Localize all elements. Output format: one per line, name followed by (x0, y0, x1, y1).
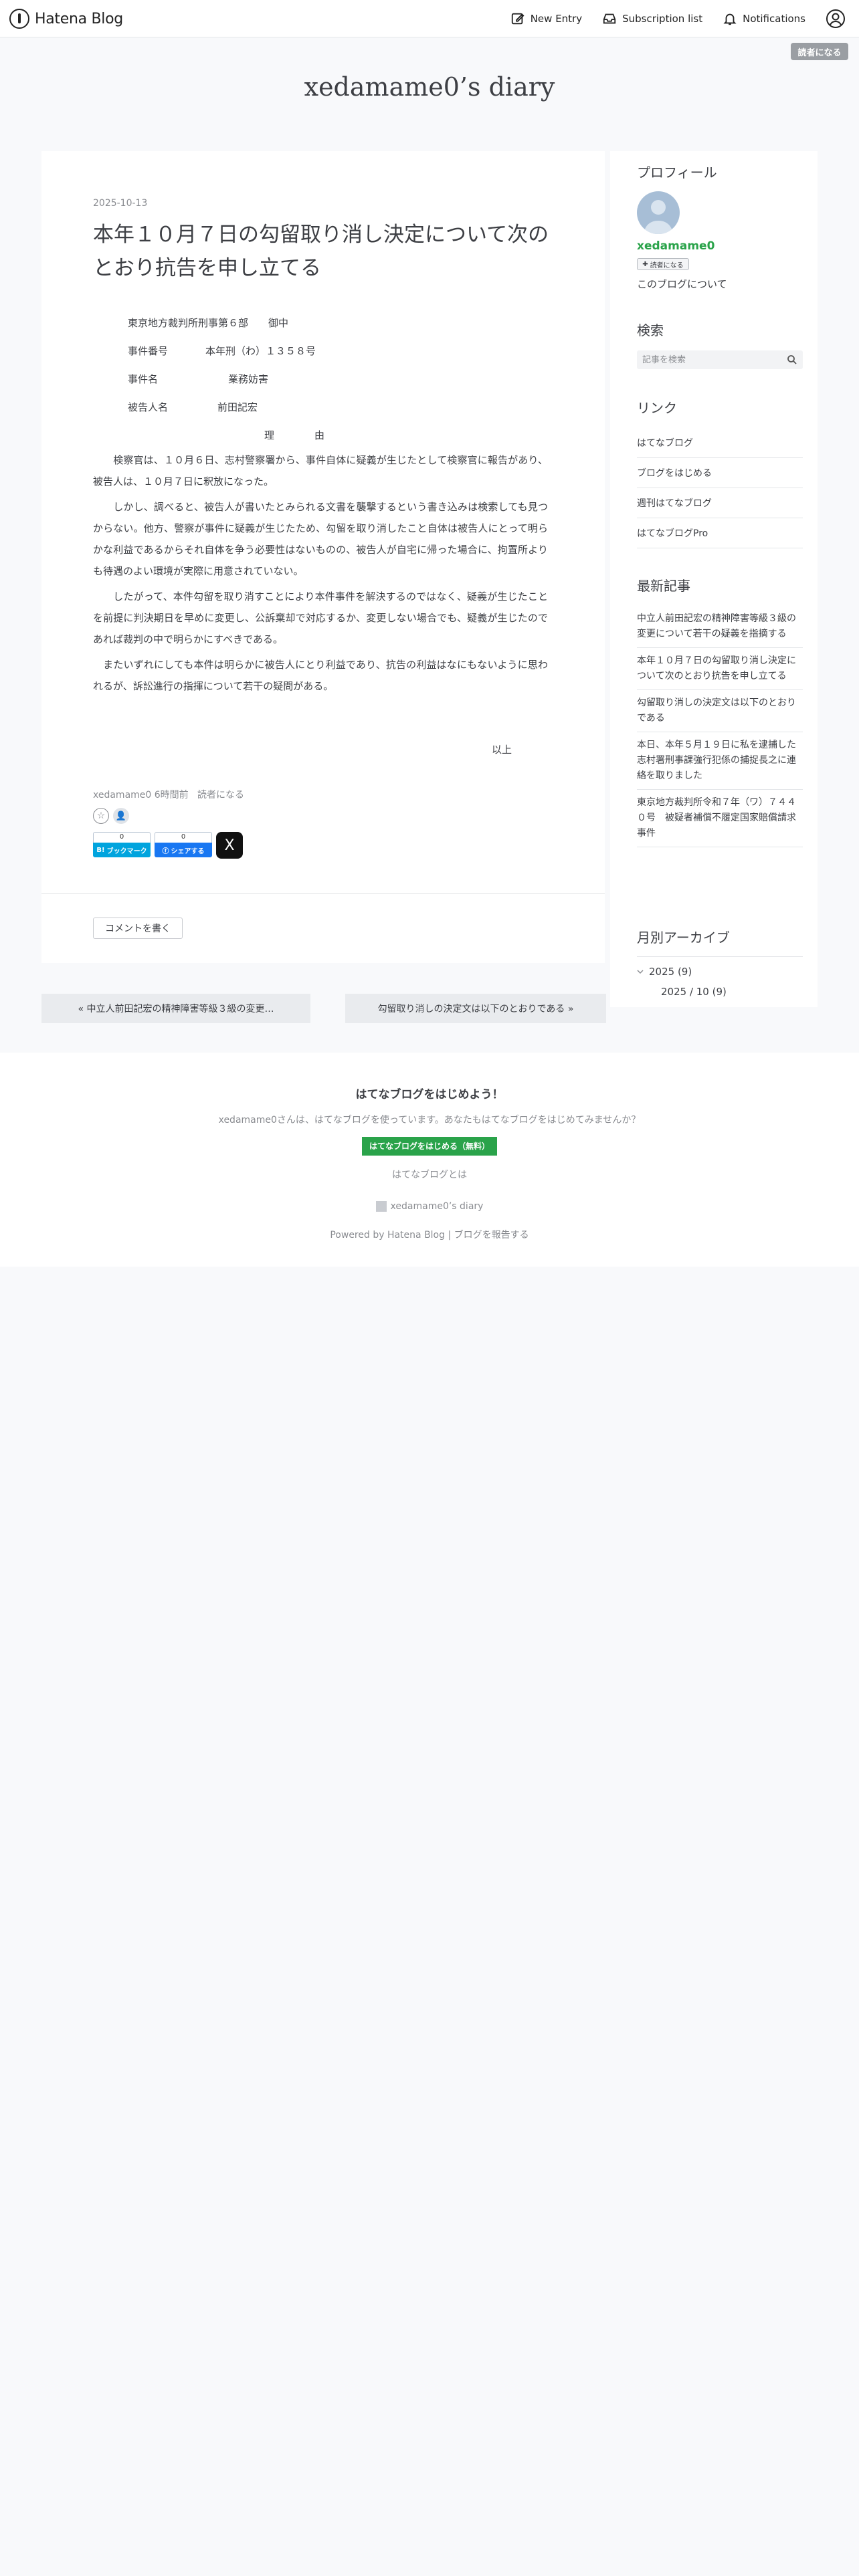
hatena-bookmark-label: ブックマーク (106, 847, 147, 855)
paragraph-1: 検察官は、１０月６日、志村警察署から、事件自体に疑義が生じたとして検察官に報告が… (93, 454, 548, 488)
link-hatena-blog[interactable]: はてなブログ (637, 428, 803, 458)
pager-next-link[interactable]: 勾留取り消しの決定文は以下のとおりである » (345, 994, 606, 1023)
case-no-label: 事件番号 (128, 345, 169, 357)
blog-title[interactable]: xedamame0’s diary (0, 72, 859, 102)
plus-icon: ✚ (642, 260, 648, 268)
facebook-share-label-wrap: ⓕ シェアする (155, 843, 212, 857)
archive-heading: 月別アーカイブ (637, 930, 730, 946)
facebook-share-count: 0 (155, 832, 212, 843)
recent-entry[interactable]: 本日、本年５月１９日に私を逮捕した志村署刑事課強行犯係の捕捉長之に連絡を取りまし… (637, 732, 803, 790)
recent-entry[interactable]: 東京地方裁判所令和７年（ワ）７４４０号 被疑者補償不履定国家賠償請求事件 (637, 790, 803, 847)
paragraph-2: しかし、調べると、被告人が書いたとみられる文書を襲撃するという書き込みは検索して… (93, 501, 548, 577)
write-comment-button[interactable]: コメントを書く (93, 918, 183, 939)
subscription-list-link[interactable]: Subscription list (602, 11, 702, 26)
recent-entry[interactable]: 本年１０月７日の勾留取り消し決定について次のとおり抗告を申し立てる (637, 648, 803, 690)
entry-reader-link[interactable]: 読者になる (197, 790, 244, 800)
add-star-icon[interactable]: ☆ (93, 808, 109, 824)
bell-icon (723, 13, 737, 25)
entry-card: 2025-10-13 本年１０月７日の勾留取り消し決定について次のとおり抗告を申… (41, 151, 605, 963)
blog-favicon-icon (375, 1201, 387, 1212)
edit-icon (511, 13, 524, 25)
x-logo-icon: X (224, 837, 235, 854)
entry-author[interactable]: xedamame0 (93, 790, 151, 800)
archive-year-label: 2025 (9) (649, 966, 692, 978)
link-start-blog[interactable]: ブログをはじめる (637, 458, 803, 488)
closing-text: 以上 (492, 744, 512, 756)
new-entry-link[interactable]: New Entry (510, 11, 582, 26)
facebook-share-label: シェアする (171, 847, 205, 855)
reason-heading: 理 由 (264, 429, 325, 441)
notifications-link[interactable]: Notifications (723, 11, 805, 26)
star-row: ☆ 👤 (93, 808, 129, 824)
paragraph-3: したがって、本件勾留を取り消すことにより本件事件を解決するのではなく、疑義が生じ… (93, 591, 548, 645)
entry-footer: xedamame0 6時間前 読者になる (93, 788, 244, 801)
defendant-value: 前田記宏 (217, 401, 258, 413)
link-hatena-pro[interactable]: はてなブログPro (637, 518, 803, 548)
profile-avatar[interactable] (637, 191, 680, 234)
header-nav: New Entry Subscription list Notification… (510, 8, 846, 29)
case-name-value: 業務妨害 (228, 373, 269, 385)
recent-entry[interactable]: 勾留取り消しの決定文は以下のとおりである (637, 690, 803, 732)
x-share-button[interactable]: X (216, 832, 243, 859)
recent-entry[interactable]: 中立人前田記宏の精神障害等級３級の変更について若干の疑義を指摘する (637, 606, 803, 648)
pager-prev-link[interactable]: « 中立人前田記宏の精神障害等級３級の変更… (41, 994, 310, 1023)
footer-blog-name: xedamame0’s diary (390, 1201, 484, 1212)
footer-start-wrap: はてなブログをはじめる（無料） (0, 1137, 859, 1156)
entry-date[interactable]: 2025-10-13 (93, 198, 147, 209)
hatena-b-icon: B! (96, 846, 105, 854)
archive-divider (637, 956, 803, 957)
subscription-label: Subscription list (622, 13, 703, 25)
footer-blog-link[interactable]: xedamame0’s diary (0, 1201, 859, 1212)
hatena-logo-icon (9, 9, 29, 29)
links-list: はてなブログ ブログをはじめる 週刊はてなブログ はてなブログPro (637, 428, 803, 548)
archive-month[interactable]: 2025 / 10 (9) (661, 986, 727, 998)
facebook-share-button[interactable]: 0 ⓕ シェアする (155, 832, 212, 859)
sidebar: プロフィール xedamame0 ✚ 読者になる このブログについて 検索 リン… (610, 151, 818, 1007)
new-entry-label: New Entry (530, 13, 583, 25)
profile-name[interactable]: xedamame0 (637, 239, 714, 253)
about-blog-link[interactable]: このブログについて (637, 277, 727, 291)
profile-heading: プロフィール (637, 165, 717, 181)
search-heading: 検索 (637, 322, 664, 338)
hatena-bookmark-button[interactable]: 0 B! ブックマーク (93, 832, 151, 859)
start-blog-button[interactable]: はてなブログをはじめる（無料） (362, 1137, 497, 1156)
star-user-avatar-icon[interactable]: 👤 (113, 808, 129, 824)
subscribe-reader-button[interactable]: 読者になる (791, 43, 848, 60)
user-account-icon[interactable] (826, 9, 846, 29)
entry-title[interactable]: 本年１０月７日の勾留取り消し決定について次のとおり抗告を申し立てる (93, 218, 561, 285)
chevron-down-icon[interactable] (637, 968, 644, 975)
footer-subtext: xedamame0さんは、はてなブログを使っています。あなたもはてなブログをはじ… (218, 1115, 641, 1125)
search-input[interactable] (637, 350, 803, 369)
hatena-bookmark-label-wrap: B! ブックマーク (93, 843, 151, 857)
inbox-icon (603, 13, 616, 24)
card-divider (41, 893, 605, 894)
about-hatena-blog-link[interactable]: はてなブログとは (0, 1168, 859, 1181)
search-icon[interactable] (787, 354, 797, 365)
recent-heading: 最新記事 (637, 578, 690, 594)
entry-time[interactable]: 6時間前 (155, 790, 189, 800)
case-name-label: 事件名 (128, 373, 159, 385)
hatena-blog-logo[interactable]: Hatena Blog (9, 8, 123, 29)
profile-reader-button[interactable]: ✚ 読者になる (637, 258, 689, 270)
facebook-icon: ⓕ (162, 847, 169, 855)
global-header: Hatena Blog New Entry Subscription list … (0, 0, 859, 37)
powered-by[interactable]: Powered by Hatena Blog | ブログを報告する (0, 1228, 859, 1241)
footer-heading: はてなブログをはじめよう！ (355, 1088, 504, 1101)
share-buttons: 0 B! ブックマーク 0 ⓕ シェアする X (93, 832, 243, 859)
case-no-value: 本年刑（わ）１３５８号 (205, 345, 316, 357)
notifications-label: Notifications (743, 13, 805, 25)
court-line: 東京地方裁判所刑事第６部 御中 (128, 317, 289, 329)
recent-entries-list: 中立人前田記宏の精神障害等級３級の変更について若干の疑義を指摘する 本年１０月７… (637, 606, 803, 847)
link-weekly-hatena[interactable]: 週刊はてなブログ (637, 488, 803, 518)
logo-text: Hatena Blog (35, 10, 123, 27)
defendant-label: 被告人名 (128, 401, 169, 413)
hatena-bookmark-count: 0 (93, 832, 151, 843)
paragraph-4: またいずれにしても本件は明らかに被告人にとり利益であり、抗告の利益はなにもないよ… (93, 659, 548, 692)
links-heading: リンク (637, 400, 677, 416)
footer: はてなブログをはじめよう！ xedamame0さんは、はてなブログを使っています… (0, 1053, 859, 1267)
profile-reader-label: 読者になる (650, 261, 684, 270)
archive-year[interactable]: 2025 (9) (637, 966, 692, 978)
avatar-silhouette-icon (644, 200, 673, 234)
